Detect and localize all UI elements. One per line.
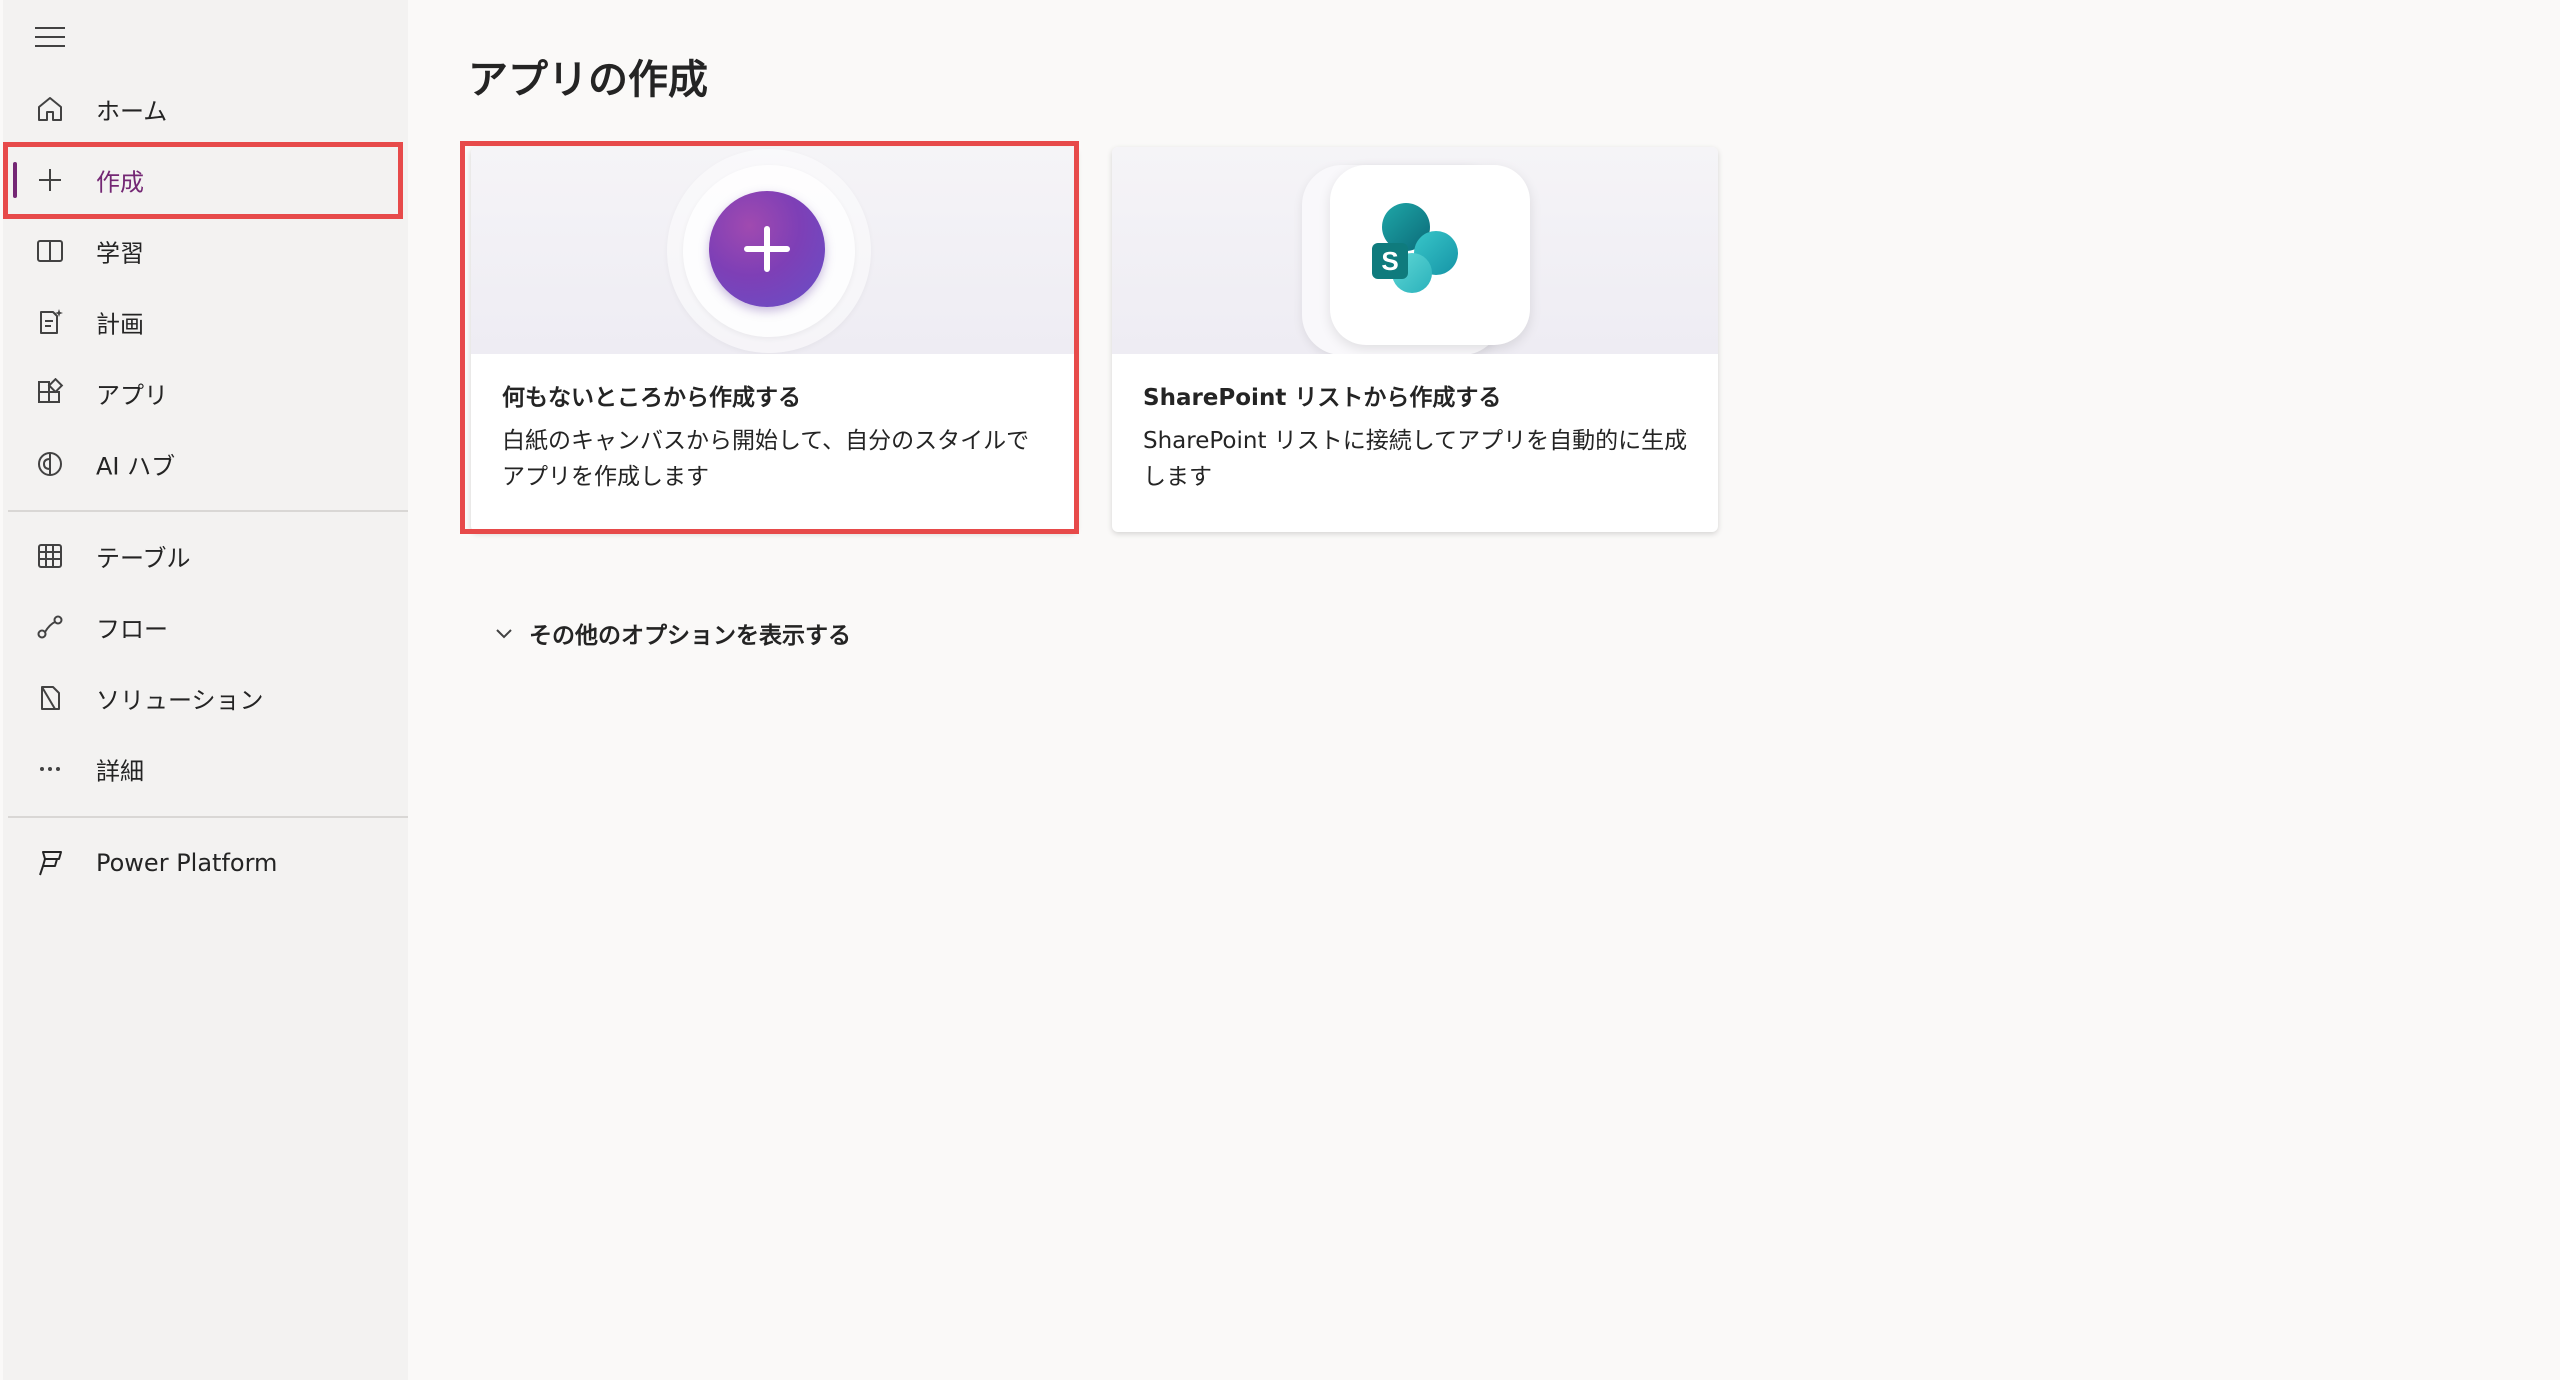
nav-item-learn[interactable]: 学習 — [3, 216, 408, 286]
more-options-label: その他のオプションを表示する — [529, 623, 851, 649]
nav-item-flows[interactable]: フロー — [3, 592, 408, 662]
ai-brain-icon — [30, 444, 70, 484]
hamburger-icon[interactable] — [32, 22, 68, 52]
plus-icon — [709, 191, 825, 307]
book-icon — [30, 231, 70, 271]
nav-label: 詳細 — [96, 757, 144, 786]
card-title: SharePoint リストから作成する — [1143, 385, 1502, 411]
sharepoint-icon: S — [1360, 195, 1470, 305]
card-description: 白紙のキャンバスから開始して、自分のスタイルでアプリを作成します — [502, 428, 1030, 490]
more-icon — [30, 749, 70, 789]
nav-item-power-platform[interactable]: Power Platform — [3, 828, 408, 898]
nav-item-ai-hub[interactable]: AI ハブ — [3, 429, 408, 499]
flow-icon — [30, 607, 70, 647]
card-description: SharePoint リストに接続してアプリを自動的に生成します — [1143, 428, 1688, 490]
nav-item-solutions[interactable]: ソリューション — [3, 663, 408, 733]
show-more-options-button[interactable]: その他のオプションを表示する — [493, 613, 851, 653]
page-title: アプリの作成 — [468, 57, 708, 103]
plan-icon — [30, 302, 70, 342]
nav-item-apps[interactable]: アプリ — [3, 358, 408, 428]
nav-label: 学習 — [96, 239, 144, 268]
plus-icon — [30, 160, 70, 200]
card-blank-app[interactable]: 何もないところから作成する 白紙のキャンバスから開始して、自分のスタイルでアプリ… — [471, 147, 1077, 532]
card-hero: S — [1112, 147, 1718, 354]
apps-icon — [30, 373, 70, 413]
nav-label: 作成 — [96, 168, 144, 197]
left-nav: ホーム 作成 学習 計画 アプリ AI ハブ テーブル フロー ソリューション … — [3, 0, 408, 1380]
nav-item-more[interactable]: 詳細 — [3, 734, 408, 804]
nav-item-home[interactable]: ホーム — [3, 74, 408, 144]
main-content: アプリの作成 何もないところから作成する 白紙のキャンバスから開始して、自分のス… — [408, 0, 2560, 1380]
nav-item-plan[interactable]: 計画 — [3, 287, 408, 357]
nav-label: AI ハブ — [96, 452, 176, 481]
card-body: 何もないところから作成する 白紙のキャンバスから開始して、自分のスタイルでアプリ… — [502, 383, 1047, 495]
nav-divider — [8, 510, 408, 512]
solution-icon — [30, 678, 70, 718]
card-sharepoint-app[interactable]: S SharePoint リストから作成する SharePoint リストに接続… — [1112, 147, 1718, 532]
chevron-down-icon — [493, 622, 515, 644]
nav-item-create[interactable]: 作成 — [3, 145, 408, 215]
nav-item-tables[interactable]: テーブル — [3, 521, 408, 591]
app-root: ホーム 作成 学習 計画 アプリ AI ハブ テーブル フロー ソリューション … — [0, 0, 2560, 1380]
nav-label: Power Platform — [96, 849, 278, 877]
sharepoint-logo-letter: S — [1381, 246, 1399, 276]
nav-divider — [8, 816, 408, 818]
nav-label: テーブル — [96, 544, 191, 573]
card-body: SharePoint リストから作成する SharePoint リストに接続して… — [1143, 383, 1688, 495]
card-title: 何もないところから作成する — [502, 385, 801, 411]
table-icon — [30, 536, 70, 576]
nav-label: 計画 — [96, 310, 144, 339]
home-icon — [30, 89, 70, 129]
nav-label: ソリューション — [96, 686, 264, 715]
card-hero — [471, 147, 1077, 354]
nav-label: ホーム — [96, 97, 168, 126]
active-indicator — [13, 162, 17, 198]
nav-label: アプリ — [96, 381, 168, 410]
power-platform-icon — [30, 843, 70, 883]
nav-label: フロー — [96, 615, 168, 644]
